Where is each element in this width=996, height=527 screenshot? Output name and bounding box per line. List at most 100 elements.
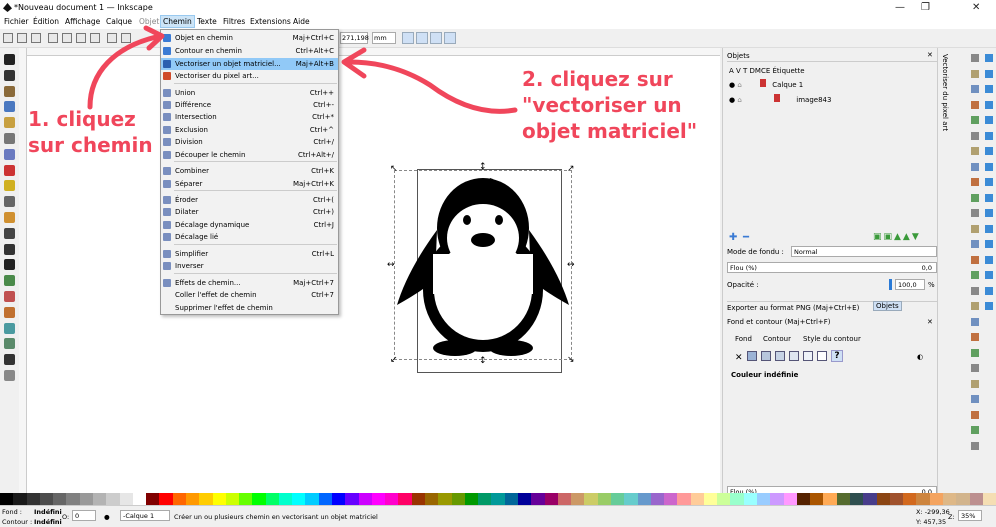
palette-swatch[interactable] — [66, 493, 80, 505]
palette-swatch[interactable] — [345, 493, 359, 505]
command-icon[interactable] — [971, 209, 979, 217]
command-icon[interactable] — [971, 162, 979, 171]
fill-tab[interactable]: Fond — [735, 335, 752, 343]
palette-swatch[interactable] — [132, 493, 147, 505]
select-all-icon[interactable] — [3, 33, 13, 43]
menu-edition[interactable]: Édition — [33, 17, 59, 26]
palette-swatch[interactable] — [0, 493, 14, 505]
palette-swatch[interactable] — [863, 493, 877, 505]
objects-tab[interactable]: Objets — [873, 301, 902, 311]
palette-swatch[interactable] — [119, 493, 133, 505]
star-tool-icon[interactable] — [4, 180, 15, 192]
command-icon[interactable] — [971, 85, 979, 93]
menu-item-break-apart[interactable]: Séparer Maj+Ctrl+K — [161, 178, 338, 190]
radial-gradient-icon[interactable] — [775, 351, 785, 361]
spray-tool-icon[interactable] — [4, 275, 15, 287]
selector-tool-icon[interactable] — [4, 54, 15, 65]
command-icon[interactable] — [971, 240, 979, 248]
palette-swatch[interactable] — [916, 493, 930, 505]
mesh-gradient-icon[interactable] — [789, 351, 799, 361]
layer-visibility-icon[interactable]: ● — [104, 513, 110, 521]
command-icon[interactable] — [971, 348, 979, 357]
close-icon[interactable]: ✕ — [972, 2, 980, 13]
snap-icon[interactable] — [985, 302, 993, 310]
palette-swatch[interactable] — [624, 493, 638, 505]
palette-swatch[interactable] — [969, 493, 983, 505]
palette-swatch[interactable] — [531, 493, 545, 505]
palette-swatch[interactable] — [664, 493, 678, 505]
palette-swatch[interactable] — [942, 493, 957, 505]
node-tool-icon[interactable] — [4, 69, 15, 81]
snap-icon[interactable] — [985, 131, 993, 140]
command-icon[interactable] — [971, 333, 979, 341]
command-icon[interactable] — [971, 395, 979, 403]
command-icon[interactable] — [971, 69, 979, 78]
remove-layer-icon[interactable]: ━ — [743, 232, 749, 243]
stroke-tab[interactable]: Contour — [763, 335, 791, 343]
palette-swatch[interactable] — [956, 493, 970, 505]
snap-icon[interactable] — [985, 286, 993, 295]
minimize-icon[interactable]: — — [895, 2, 905, 13]
palette-swatch[interactable] — [172, 493, 186, 505]
palette-swatch[interactable] — [239, 493, 253, 505]
menu-item-combine[interactable]: Combiner Ctrl+K — [161, 165, 338, 177]
palette-swatch[interactable] — [770, 493, 784, 505]
menu-item-exclusion[interactable]: Exclusion Ctrl+^ — [161, 124, 338, 136]
palette-swatch[interactable] — [26, 493, 40, 505]
palette-swatch[interactable] — [703, 493, 718, 505]
menu-item-linked-offset[interactable]: Décalage lié — [161, 231, 338, 243]
palette-swatch[interactable] — [159, 493, 173, 505]
palette-swatch[interactable] — [783, 493, 797, 505]
palette-swatch[interactable] — [358, 493, 372, 505]
palette-swatch[interactable] — [278, 493, 293, 505]
command-icon[interactable] — [971, 379, 979, 388]
palette-swatch[interactable] — [451, 493, 465, 505]
palette-swatch[interactable] — [810, 493, 824, 505]
status-opacity-field[interactable]: 0 — [72, 510, 96, 521]
palette-swatch[interactable] — [836, 493, 850, 505]
object-row[interactable]: ● ⌂ image843 — [729, 94, 831, 104]
penguin-image[interactable] — [395, 170, 571, 360]
paint-bucket-tool-icon[interactable] — [4, 306, 15, 318]
stroke-style-tab[interactable]: Style du contour — [803, 335, 861, 343]
palette-swatch[interactable] — [212, 493, 226, 505]
snap-icon[interactable] — [985, 178, 993, 186]
snap-icon[interactable] — [985, 116, 993, 124]
current-layer-select[interactable]: -Calque 1 — [120, 510, 170, 521]
pencil-tool-icon[interactable] — [4, 212, 15, 223]
pattern-icon[interactable] — [803, 351, 813, 361]
command-icon[interactable] — [971, 302, 979, 310]
command-icon[interactable] — [971, 271, 979, 279]
lock-icon[interactable]: ⌂ — [737, 81, 741, 89]
menu-item-outset[interactable]: Dilater Ctrl+) — [161, 206, 338, 218]
command-icon[interactable] — [971, 255, 979, 264]
export-tab[interactable]: Exporter au format PNG (Maj+Ctrl+E) — [727, 304, 859, 312]
menu-item-remove-path-effect[interactable]: Supprimer l'effet de chemin — [161, 302, 338, 314]
menu-item-simplify[interactable]: Simplifier Ctrl+L — [161, 248, 338, 260]
fill-indicator-value[interactable]: Indéfini — [34, 508, 62, 516]
command-icon[interactable] — [971, 147, 979, 155]
palette-swatch[interactable] — [637, 493, 651, 505]
palette-swatch[interactable] — [597, 493, 611, 505]
scale-handle-left-icon[interactable]: ↔ — [387, 261, 395, 270]
zoom-tool-icon[interactable] — [4, 101, 15, 113]
palette-swatch[interactable] — [225, 493, 240, 505]
ellipse-tool-icon[interactable] — [4, 164, 15, 176]
palette-swatch[interactable] — [889, 493, 904, 505]
snap-icon[interactable] — [985, 240, 993, 248]
palette-swatch[interactable] — [982, 493, 996, 505]
command-icon[interactable] — [971, 441, 979, 450]
palette-swatch[interactable] — [252, 493, 266, 505]
palette-swatch[interactable] — [106, 493, 120, 505]
palette-swatch[interactable] — [332, 493, 346, 505]
snap-icon[interactable] — [985, 54, 993, 62]
vectorize-pixel-art-tab[interactable]: Vectoriser du pixel art — [941, 54, 949, 131]
menu-item-dynamic-offset[interactable]: Décalage dynamique Ctrl+J — [161, 219, 338, 231]
menu-item-path-effects[interactable]: Effets de chemin... Maj+Ctrl+7 — [161, 277, 338, 289]
menu-item-paste-path-effect[interactable]: Coller l'effet de chemin Ctrl+7 — [161, 289, 338, 301]
snap-icon[interactable] — [985, 209, 993, 217]
palette-swatch[interactable] — [677, 493, 691, 505]
palette-swatch[interactable] — [185, 493, 200, 505]
stroke-indicator-value[interactable]: Indéfini — [34, 518, 62, 526]
no-paint-icon[interactable]: ✕ — [735, 353, 743, 363]
